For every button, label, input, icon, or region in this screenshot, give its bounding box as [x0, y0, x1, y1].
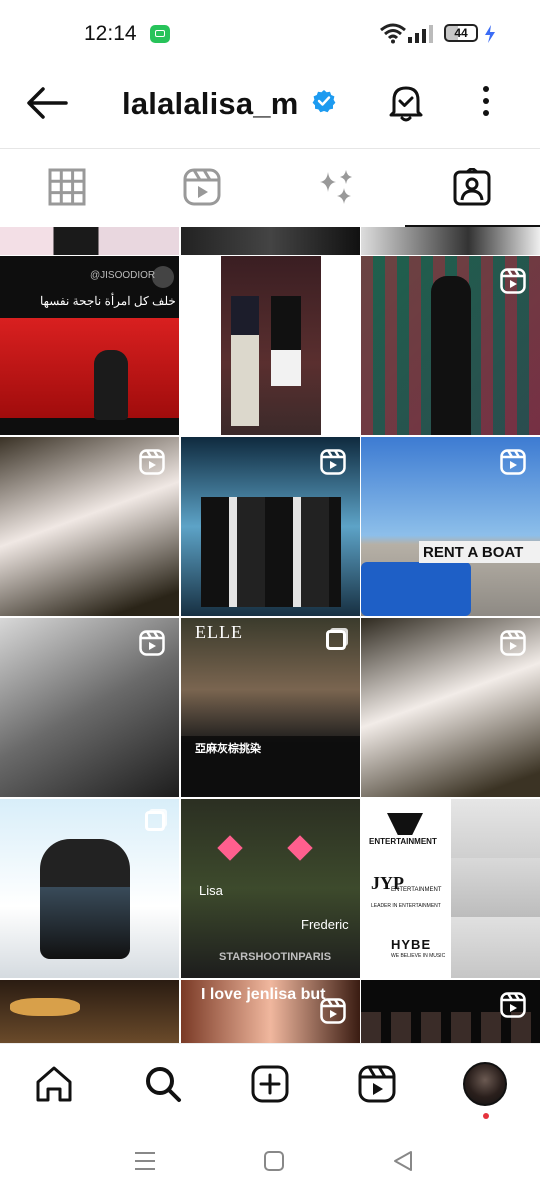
person-figure	[40, 839, 130, 959]
post-caption: I love jenlisa but	[201, 986, 326, 1003]
heart-sticker	[217, 835, 243, 861]
agency-label: HYBE	[391, 937, 432, 952]
reel-icon	[500, 449, 526, 475]
group-photo	[201, 497, 341, 607]
chandelier	[10, 998, 80, 1016]
reel-icon	[500, 268, 526, 294]
sign-text: RENT A BOAT	[423, 544, 524, 561]
grid-post[interactable]	[181, 227, 360, 255]
grid-post[interactable]	[0, 799, 179, 978]
message-notification-icon	[150, 25, 170, 43]
person-figure	[431, 276, 471, 435]
grid-post[interactable]	[361, 227, 540, 255]
magazine-logo: ELLE	[195, 622, 243, 642]
grid-post[interactable]: ENTERTAINMENT JYP ENTERTAINMENT LEADER I…	[361, 799, 540, 978]
grid-post[interactable]: Lisa Frederic STARSHOOTINPARIS	[181, 799, 360, 978]
post-caption: 亞麻灰棕挑染	[195, 743, 261, 755]
performer-silhouette	[94, 350, 128, 420]
signal-icon	[408, 25, 433, 43]
grid-post[interactable]	[361, 980, 540, 1043]
grid-post[interactable]: RENT A BOAT	[361, 437, 540, 616]
grid-post[interactable]	[181, 437, 360, 616]
grid-post[interactable]: @JISOODIOR خلف كل امرأة ناجحة نفسها	[0, 256, 179, 435]
carousel-icon	[326, 630, 346, 650]
bottom-navigation	[0, 1043, 540, 1129]
grid-post[interactable]: ELLE 亞麻灰棕挑染	[181, 618, 360, 797]
watermark: STARSHOOTINPARIS	[219, 951, 332, 963]
reels-icon	[183, 168, 221, 206]
grid-post[interactable]	[0, 980, 179, 1043]
reel-icon	[320, 449, 346, 475]
reel-icon	[320, 998, 346, 1024]
member-photos	[451, 799, 540, 978]
recent-apps-icon[interactable]	[134, 1150, 156, 1172]
avatar	[152, 266, 174, 288]
search-icon[interactable]	[143, 1064, 183, 1104]
tagged-person-icon	[453, 168, 491, 206]
boat	[361, 562, 471, 616]
profile-username: lalalalisa_m	[122, 86, 299, 121]
system-navigation-bar	[0, 1128, 540, 1200]
agency-label: ENTERTAINMENT	[369, 837, 437, 846]
tab-tagged[interactable]	[405, 149, 540, 227]
notification-bell-icon[interactable]	[386, 80, 426, 124]
name-label: Frederic	[301, 917, 349, 932]
name-label: Lisa	[199, 883, 223, 898]
back-arrow-icon[interactable]	[26, 86, 68, 120]
reel-icon	[500, 992, 526, 1018]
reel-icon	[139, 449, 165, 475]
back-button-icon[interactable]	[392, 1150, 414, 1172]
reels-nav-icon[interactable]	[357, 1064, 397, 1104]
profile-avatar[interactable]	[463, 1062, 507, 1106]
tagged-posts-grid: @JISOODIOR خلف كل امرأة ناجحة نفسها RENT…	[0, 227, 540, 1043]
sparkles-icon	[320, 170, 352, 204]
profile-header: lalalalisa_m	[0, 70, 540, 148]
tab-posts-grid[interactable]	[0, 149, 135, 227]
agency-sub: WE BELIEVE IN MUSIC	[391, 953, 446, 959]
grid-post[interactable]	[0, 437, 179, 616]
status-bar: 12:14 44	[0, 0, 540, 70]
grid-post[interactable]	[0, 618, 179, 797]
grid-post[interactable]	[361, 256, 540, 435]
tab-effects[interactable]	[270, 149, 405, 227]
post-caption: خلف كل امرأة ناجحة نفسها	[40, 294, 176, 308]
grid-icon	[48, 168, 86, 206]
charging-icon	[485, 25, 495, 43]
concert-image	[0, 318, 179, 418]
notification-dot	[483, 1113, 489, 1119]
clock: 12:14	[84, 22, 137, 45]
more-options-icon[interactable]	[474, 84, 498, 118]
create-post-icon[interactable]	[250, 1064, 290, 1104]
heart-sticker	[287, 835, 313, 861]
grid-post[interactable]	[0, 227, 179, 255]
person-figure	[231, 296, 259, 426]
carousel-icon	[145, 811, 165, 831]
agency-sub: LEADER IN ENTERTAINMENT	[371, 903, 441, 909]
grid-post[interactable]	[181, 256, 360, 435]
home-button-icon[interactable]	[263, 1150, 285, 1172]
person-figure	[271, 296, 301, 386]
reel-icon	[500, 630, 526, 656]
verified-badge-icon	[312, 90, 336, 113]
agency-label: ENTERTAINMENT	[391, 887, 442, 893]
battery-indicator: 44	[444, 24, 478, 42]
yg-logo	[387, 813, 423, 835]
reel-icon	[139, 630, 165, 656]
wifi-icon	[380, 23, 406, 44]
grid-post[interactable]: I love jenlisa but	[181, 980, 360, 1043]
tab-reels[interactable]	[135, 149, 270, 227]
post-handle: @JISOODIOR	[90, 270, 156, 281]
grid-post[interactable]	[361, 618, 540, 797]
profile-tabs	[0, 149, 540, 227]
home-icon[interactable]	[34, 1064, 74, 1104]
